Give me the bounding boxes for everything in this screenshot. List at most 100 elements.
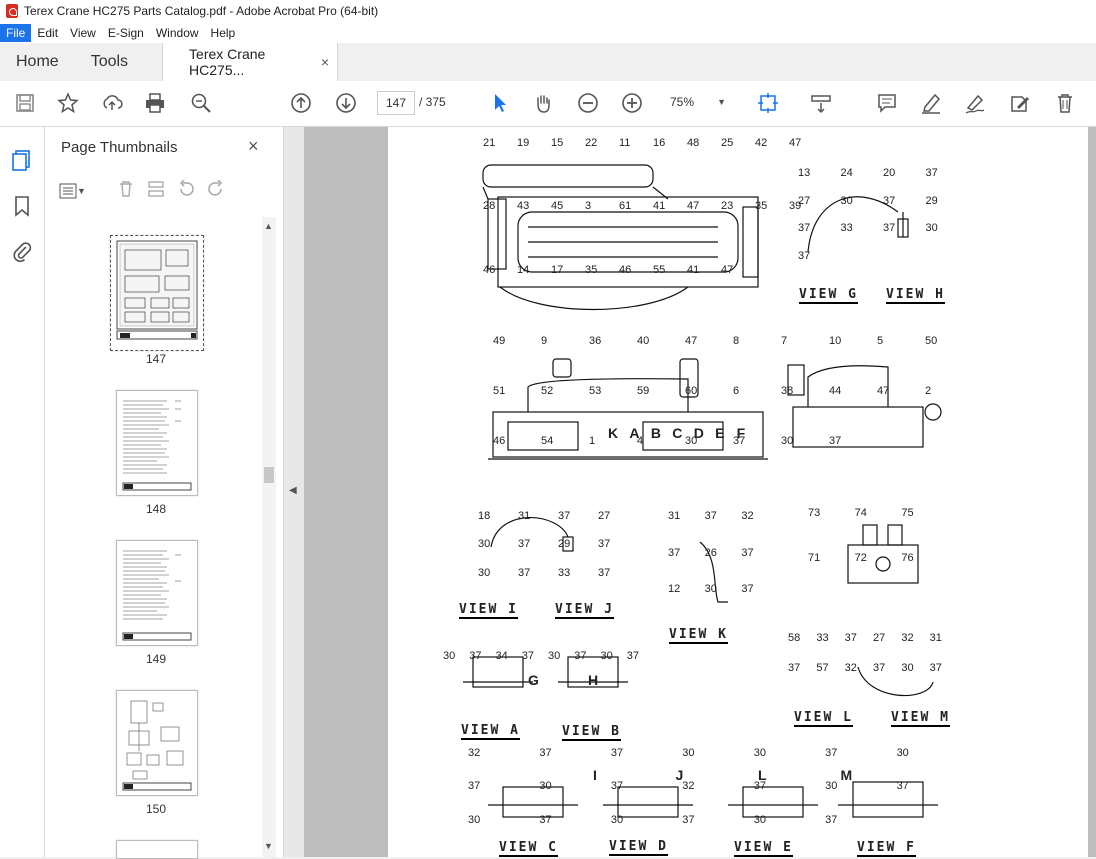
part-callout: 53 xyxy=(589,385,602,397)
zoom-out-icon[interactable] xyxy=(575,90,601,116)
part-callout: 30 xyxy=(468,813,481,826)
thumbnail-preview xyxy=(122,400,192,491)
undo-icon[interactable] xyxy=(177,178,195,203)
upload-icon[interactable] xyxy=(99,90,125,116)
extract-pages-icon[interactable] xyxy=(147,180,165,203)
scroll-thumb[interactable] xyxy=(264,467,274,483)
fit-page-icon[interactable] xyxy=(755,90,781,116)
view-letter: H xyxy=(588,672,599,688)
sign-icon[interactable] xyxy=(962,90,988,116)
thumbnail-page-149[interactable] xyxy=(116,540,198,646)
save-icon[interactable] xyxy=(12,90,38,116)
view-letter: E xyxy=(715,425,725,441)
part-callout: 57 xyxy=(816,662,829,674)
part-callout: 33 xyxy=(558,566,571,579)
part-callout: 27 xyxy=(873,632,886,644)
menu-esign[interactable]: E-Sign xyxy=(102,24,150,42)
menu-window[interactable]: Window xyxy=(150,24,205,42)
thumbnail-label-147: 147 xyxy=(145,352,167,366)
part-callout: 37 xyxy=(626,650,639,662)
view-label-c: VIEW C xyxy=(499,840,558,857)
scroll-down-icon[interactable]: ▼ xyxy=(264,841,273,851)
part-callout: 37 xyxy=(788,662,801,674)
part-callout: 15 xyxy=(551,137,564,149)
view-label-e: VIEW E xyxy=(734,840,793,857)
panel-collapse-strip[interactable]: ◀ xyxy=(284,127,304,857)
thumbnail-page-148[interactable] xyxy=(116,390,198,496)
part-callout: 32 xyxy=(682,780,695,793)
part-callout: 32 xyxy=(468,747,481,759)
menu-help[interactable]: Help xyxy=(205,24,242,42)
part-callout: 37 xyxy=(574,650,587,662)
menu-file[interactable]: File xyxy=(0,23,32,42)
part-callout: 47 xyxy=(687,200,700,213)
part-callout: 51 xyxy=(493,385,506,397)
view-label-l: VIEW L xyxy=(794,710,853,727)
thumbnail-page-next[interactable] xyxy=(116,840,198,859)
zoom-in-icon[interactable] xyxy=(619,90,645,116)
part-callout: 30 xyxy=(753,813,766,826)
menu-edit[interactable]: Edit xyxy=(31,24,64,42)
bookmark-star-icon[interactable] xyxy=(55,90,81,116)
highlight-icon[interactable] xyxy=(918,90,944,116)
part-callout: 35 xyxy=(585,263,598,276)
panel-close-icon[interactable]: × xyxy=(248,136,259,157)
part-callout: 30 xyxy=(840,194,853,207)
thumbnail-page-147[interactable] xyxy=(110,235,204,351)
part-callout: 7 xyxy=(781,335,788,347)
delete-icon[interactable] xyxy=(1052,90,1078,116)
tab-close-icon[interactable]: × xyxy=(321,54,329,70)
part-callout: 16 xyxy=(653,137,666,149)
zoom-dropdown[interactable]: 75% ▼ xyxy=(664,91,732,113)
part-callout: 34 xyxy=(495,650,508,662)
part-callout: 17 xyxy=(551,263,564,276)
view-letter: C xyxy=(672,425,683,441)
part-callout: 25 xyxy=(721,137,734,149)
part-callout: 29 xyxy=(925,194,938,207)
page-number-input[interactable]: 147 xyxy=(377,91,415,115)
delete-pages-icon[interactable] xyxy=(117,180,135,203)
part-callout: 37 xyxy=(929,662,942,674)
attachment-icon[interactable] xyxy=(9,238,35,264)
scroll-up-icon[interactable]: ▲ xyxy=(264,221,273,231)
next-page-icon[interactable] xyxy=(333,90,359,116)
select-arrow-icon[interactable] xyxy=(487,90,513,116)
part-callout: 3 xyxy=(585,200,592,213)
redo-icon[interactable] xyxy=(207,178,225,203)
page-thumbnails-icon[interactable] xyxy=(9,147,35,173)
thumbnail-options-icon[interactable]: ▼ xyxy=(59,183,93,199)
bookmarks-icon[interactable] xyxy=(9,193,35,219)
collapse-arrow-icon[interactable]: ◀ xyxy=(289,485,297,496)
part-callout: 49 xyxy=(493,335,506,347)
thumbnail-preview xyxy=(122,550,192,641)
menu-view[interactable]: View xyxy=(64,24,102,42)
hand-icon[interactable] xyxy=(530,90,556,116)
part-callout: 37 xyxy=(610,780,624,793)
part-callout: 37 xyxy=(539,747,552,759)
part-callout: 37 xyxy=(704,510,717,522)
chevron-down-icon: ▼ xyxy=(717,97,726,107)
view-label-d: VIEW D xyxy=(609,839,668,856)
part-callout: 60 xyxy=(685,385,698,397)
tab-tools[interactable]: Tools xyxy=(75,43,144,81)
part-callout: 37 xyxy=(798,222,811,234)
part-callout: 23 xyxy=(721,200,734,213)
thumbnail-preview xyxy=(116,240,198,340)
part-callout: 31 xyxy=(668,510,681,522)
scroll-mode-icon[interactable] xyxy=(808,90,834,116)
print-icon[interactable] xyxy=(142,90,168,116)
view-label-a: VIEW A xyxy=(461,723,520,740)
part-callout: 8 xyxy=(733,335,740,347)
tab-document[interactable]: Terex Crane HC275... × xyxy=(162,43,339,81)
part-callout: 37 xyxy=(925,167,938,179)
thumbnail-page-150[interactable] xyxy=(116,690,198,796)
tab-home[interactable]: Home xyxy=(0,43,75,81)
thumbnail-scrollbar[interactable]: ▲ ▼ xyxy=(262,217,276,857)
find-zoom-icon[interactable] xyxy=(188,90,214,116)
prev-page-icon[interactable] xyxy=(288,90,314,116)
edit-icon[interactable] xyxy=(1007,90,1033,116)
part-callout: 50 xyxy=(925,335,938,347)
part-callout: 76 xyxy=(901,552,914,564)
comment-icon[interactable] xyxy=(874,90,900,116)
part-callout: 48 xyxy=(687,137,700,149)
